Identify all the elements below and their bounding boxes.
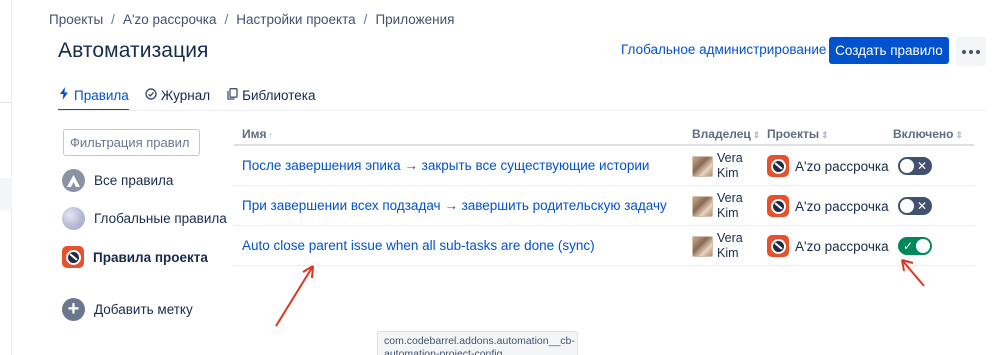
- owner-last-name: Kim: [717, 166, 739, 180]
- close-icon: ✕: [916, 159, 927, 173]
- column-name[interactable]: Имя ↑: [242, 127, 273, 141]
- dot-icon: [969, 49, 973, 54]
- sidebar-item-label: Глобальные правила: [94, 211, 227, 226]
- automation-icon: [62, 169, 85, 192]
- tab-label: Журнал: [160, 87, 211, 103]
- more-actions-button[interactable]: [956, 37, 986, 66]
- dot-icon: [976, 49, 980, 54]
- avatar: [692, 155, 713, 177]
- dot-icon: [962, 49, 966, 54]
- tooltip: com.codebarrel.addons.automation__cb-aut…: [377, 331, 578, 355]
- rules-table: Имя ↑ Владелец ⇕ Проекты ⇕ Включено ⇕ После …: [234, 122, 974, 266]
- tab-label: Библиотека: [242, 87, 316, 103]
- rule-filter-input[interactable]: [63, 129, 200, 156]
- table-row: При завершении всех подзадач → завершить…: [234, 186, 974, 226]
- global-admin-link[interactable]: Глобальное администрирование: [621, 42, 826, 57]
- sidebar-item-all-rules[interactable]: Все правила: [62, 169, 173, 192]
- sidebar-item-label: Все правила: [94, 173, 174, 188]
- sidebar-item-project-rules[interactable]: Правила проекта: [62, 246, 208, 268]
- plus-icon: +: [62, 298, 85, 321]
- owner-last-name: Kim: [717, 206, 739, 220]
- column-enabled[interactable]: Включено ⇕: [893, 127, 963, 141]
- breadcrumb-apps[interactable]: Приложения: [375, 12, 454, 27]
- table-header: Имя ↑ Владелец ⇕ Проекты ⇕ Включено ⇕: [234, 122, 974, 146]
- lightning-icon: [58, 87, 70, 103]
- tab-audit-log[interactable]: Журнал: [145, 84, 210, 106]
- rule-owner[interactable]: Vera Kim: [692, 191, 743, 221]
- avatar: [692, 195, 713, 217]
- rule-owner[interactable]: Vera Kim: [692, 151, 743, 181]
- sidebar-item-add-label[interactable]: + Добавить метку: [62, 298, 193, 321]
- left-rail: [0, 0, 12, 355]
- close-icon: ✕: [916, 199, 927, 213]
- project-icon: [767, 195, 789, 217]
- sidebar-item-label: Добавить метку: [94, 302, 193, 317]
- sidebar-item-label: Правила проекта: [93, 249, 208, 265]
- tabs: Правила Журнал Библиотека: [58, 84, 316, 111]
- rule-name-link[interactable]: При завершении всех подзадач → завершить…: [242, 198, 667, 213]
- project-name: A'zo рассрочка: [795, 238, 889, 254]
- sort-icon: ⇕: [752, 130, 761, 140]
- breadcrumb-project[interactable]: A'zo рассрочка: [123, 12, 217, 27]
- breadcrumb-project-settings[interactable]: Настройки проекта: [236, 12, 355, 27]
- check-icon: ✓: [903, 239, 914, 253]
- create-rule-button[interactable]: Создать правило: [829, 37, 949, 64]
- owner-first-name: Vera: [717, 151, 743, 165]
- project-name: A'zo рассрочка: [795, 198, 889, 214]
- sort-icon: ⇕: [955, 130, 963, 140]
- tab-label: Правила: [74, 87, 129, 103]
- sort-asc-icon: ↑: [268, 130, 274, 140]
- rule-owner[interactable]: Vera Kim: [692, 231, 743, 261]
- table-row: После завершения эпика → закрыть все сущ…: [234, 146, 974, 186]
- column-owner[interactable]: Владелец ⇕: [692, 127, 760, 141]
- rule-enabled-toggle[interactable]: ✕: [898, 157, 932, 175]
- tabs-divider: [58, 110, 986, 111]
- rail-divider: [0, 102, 12, 103]
- check-circle-icon: [145, 87, 157, 103]
- rule-name-link[interactable]: Auto close parent issue when all sub-tas…: [242, 238, 595, 253]
- tab-rules[interactable]: Правила: [58, 84, 129, 111]
- project-icon: [767, 235, 789, 257]
- rule-name-link[interactable]: После завершения эпика → закрыть все сущ…: [242, 158, 649, 173]
- annotation-arrow: [275, 265, 314, 327]
- project-icon: [767, 155, 789, 177]
- globe-icon: [62, 207, 85, 230]
- rule-project[interactable]: A'zo рассрочка: [767, 235, 889, 257]
- tab-library[interactable]: Библиотека: [226, 84, 316, 106]
- avatar: [692, 235, 713, 257]
- breadcrumb-separator: /: [363, 12, 368, 27]
- breadcrumb: Проекты / A'zo рассрочка / Настройки про…: [49, 12, 454, 27]
- breadcrumb-projects[interactable]: Проекты: [49, 12, 103, 27]
- breadcrumb-separator: /: [111, 12, 115, 27]
- sidebar-item-global-rules[interactable]: Глобальные правила: [62, 207, 227, 230]
- project-name: A'zo рассрочка: [795, 158, 889, 174]
- page-title: Автоматизация: [58, 39, 209, 62]
- sort-icon: ⇕: [821, 130, 829, 140]
- copy-icon: [226, 87, 238, 103]
- rail-handle[interactable]: [0, 178, 12, 210]
- rule-enabled-toggle[interactable]: ✕: [898, 197, 932, 215]
- column-projects[interactable]: Проекты ⇕: [767, 127, 829, 141]
- owner-first-name: Vera: [717, 231, 743, 245]
- rule-project[interactable]: A'zo рассрочка: [767, 195, 889, 217]
- project-icon: [62, 246, 84, 268]
- owner-first-name: Vera: [717, 191, 743, 205]
- table-row: Auto close parent issue when all sub-tas…: [234, 226, 974, 266]
- owner-last-name: Kim: [717, 246, 739, 260]
- rule-enabled-toggle[interactable]: ✓: [898, 237, 932, 255]
- rule-project[interactable]: A'zo рассрочка: [767, 155, 889, 177]
- breadcrumb-separator: /: [224, 12, 229, 27]
